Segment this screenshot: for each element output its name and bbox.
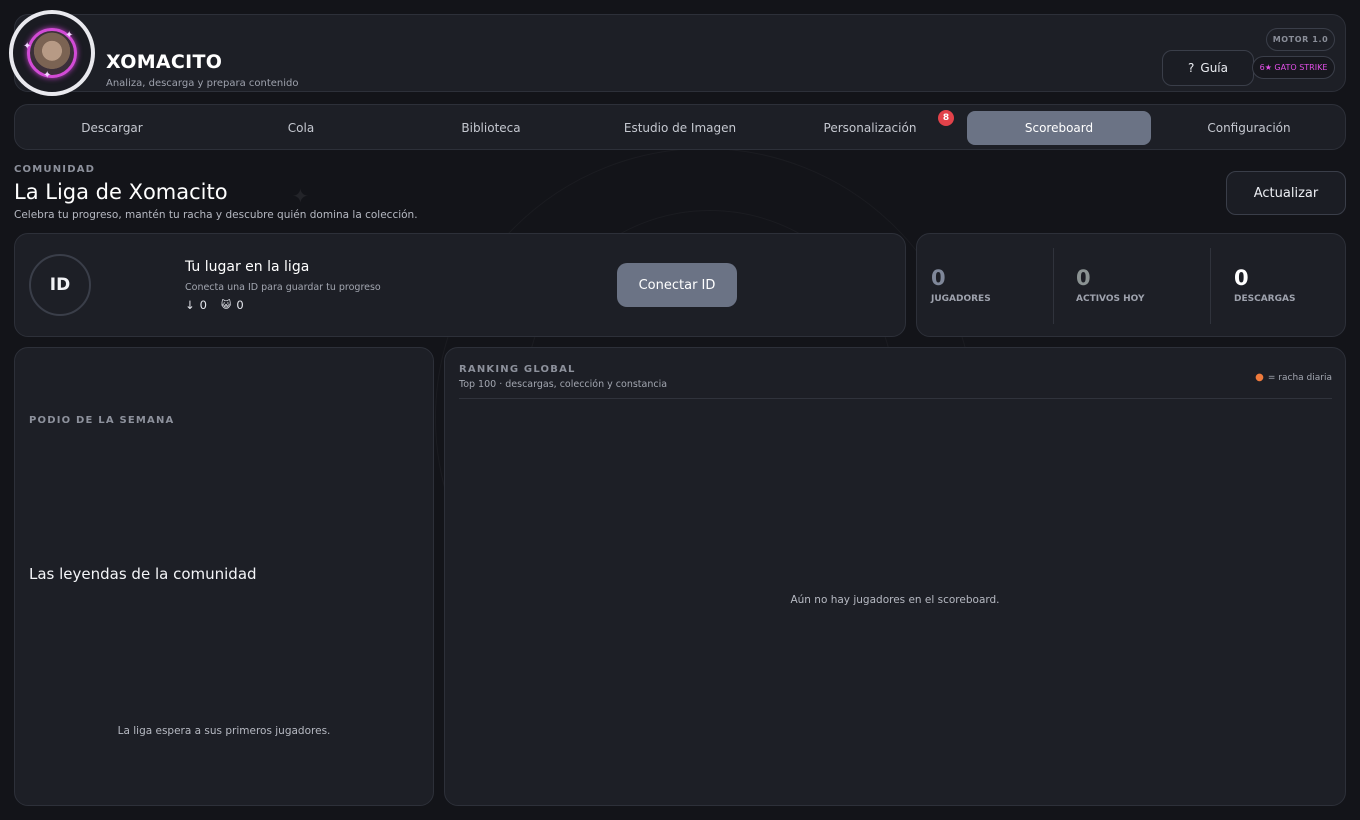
profile-card: ID Tu lugar en la liga Conecta una ID pa… — [14, 233, 906, 337]
podium-eyebrow: PODIO DE LA SEMANA — [29, 415, 175, 426]
refresh-button[interactable]: Actualizar — [1226, 171, 1346, 215]
tab-biblioteca[interactable]: Biblioteca — [399, 111, 583, 145]
avatar[interactable]: ✦ ✦ ✦ — [9, 10, 95, 96]
stat-label: ACTIVOS HOY — [1076, 294, 1145, 304]
stat-jugadores: 0 JUGADORES — [931, 266, 991, 304]
tab-cola[interactable]: Cola — [209, 111, 393, 145]
tab-personalizacion[interactable]: Personalización — [778, 111, 962, 145]
tab-estudio-de-imagen[interactable]: Estudio de Imagen — [588, 111, 772, 145]
stat-divider — [1210, 248, 1211, 324]
profile-downloads: 0 — [199, 298, 207, 312]
main-tabs: Descargar Cola Biblioteca Estudio de Ima… — [14, 104, 1346, 150]
ranking-panel: RANKING GLOBAL Top 100 · descargas, cole… — [444, 347, 1346, 806]
ranking-divider — [459, 398, 1332, 399]
ranking-eyebrow: RANKING GLOBAL — [459, 364, 576, 375]
stat-activos-hoy: 0 ACTIVOS HOY — [1076, 266, 1145, 304]
stat-label: JUGADORES — [931, 294, 991, 304]
help-icon: ? — [1188, 61, 1195, 75]
stat-divider — [1053, 248, 1054, 324]
flame-icon: ● — [1255, 372, 1264, 383]
cat-icon: 😺 — [220, 299, 232, 311]
connect-id-button[interactable]: Conectar ID — [617, 263, 737, 307]
sparkle-icon: ✦ — [43, 70, 52, 81]
podium-title: Las leyendas de la comunidad — [29, 565, 257, 583]
profile-title: Tu lugar en la liga — [185, 259, 310, 275]
podium-panel: PODIO DE LA SEMANA Las leyendas de la co… — [14, 347, 434, 806]
profile-stats: ↓ 0 😺 0 — [185, 298, 244, 312]
profile-cats: 0 — [236, 298, 244, 312]
sparkle-icon: ✦ — [23, 41, 32, 52]
app-header: XOMACITO Analiza, descarga y prepara con… — [14, 14, 1346, 92]
tab-configuracion[interactable]: Configuración — [1157, 111, 1341, 145]
podium-empty-message: La liga espera a sus primeros jugadores. — [117, 725, 331, 737]
tab-descargar[interactable]: Descargar — [20, 111, 204, 145]
sparkle-icon: ✦ — [292, 184, 309, 208]
guide-label: Guía — [1200, 61, 1228, 75]
page-description: Celebra tu progreso, mantén tu racha y d… — [14, 209, 418, 221]
stat-label: DESCARGAS — [1234, 294, 1296, 304]
strike-badge: 6★ GATO STRIKE — [1252, 56, 1335, 79]
notification-badge: 8 — [938, 110, 954, 126]
engine-version-badge: MOTOR 1.0 — [1266, 28, 1335, 51]
ranking-empty-message: Aún no hay jugadores en el scoreboard. — [790, 594, 1000, 606]
page-title: La Liga de Xomacito — [14, 180, 228, 204]
ranking-legend-label: = racha diaria — [1267, 372, 1332, 383]
profile-subtitle: Conecta una ID para guardar tu progreso — [185, 282, 381, 293]
guide-button[interactable]: ? Guía — [1162, 50, 1254, 86]
ranking-legend: ● = racha diaria — [1255, 372, 1332, 383]
stat-value: 0 — [1234, 266, 1249, 290]
stat-descargas: 0 DESCARGAS — [1234, 266, 1295, 304]
stat-value: 0 — [1076, 266, 1091, 290]
download-icon: ↓ — [185, 298, 195, 312]
app-subtitle: Analiza, descarga y prepara contenido — [106, 78, 299, 89]
league-stats: 0 JUGADORES 0 ACTIVOS HOY 0 DESCARGAS — [916, 233, 1346, 337]
section-eyebrow: COMUNIDAD — [14, 164, 96, 175]
ranking-subtitle: Top 100 · descargas, colección y constan… — [459, 379, 668, 390]
id-avatar: ID — [29, 254, 91, 316]
stat-value: 0 — [931, 266, 946, 290]
app-title: XOMACITO — [106, 51, 223, 73]
tab-scoreboard[interactable]: Scoreboard — [967, 111, 1151, 145]
sparkle-icon: ✦ — [65, 30, 74, 41]
